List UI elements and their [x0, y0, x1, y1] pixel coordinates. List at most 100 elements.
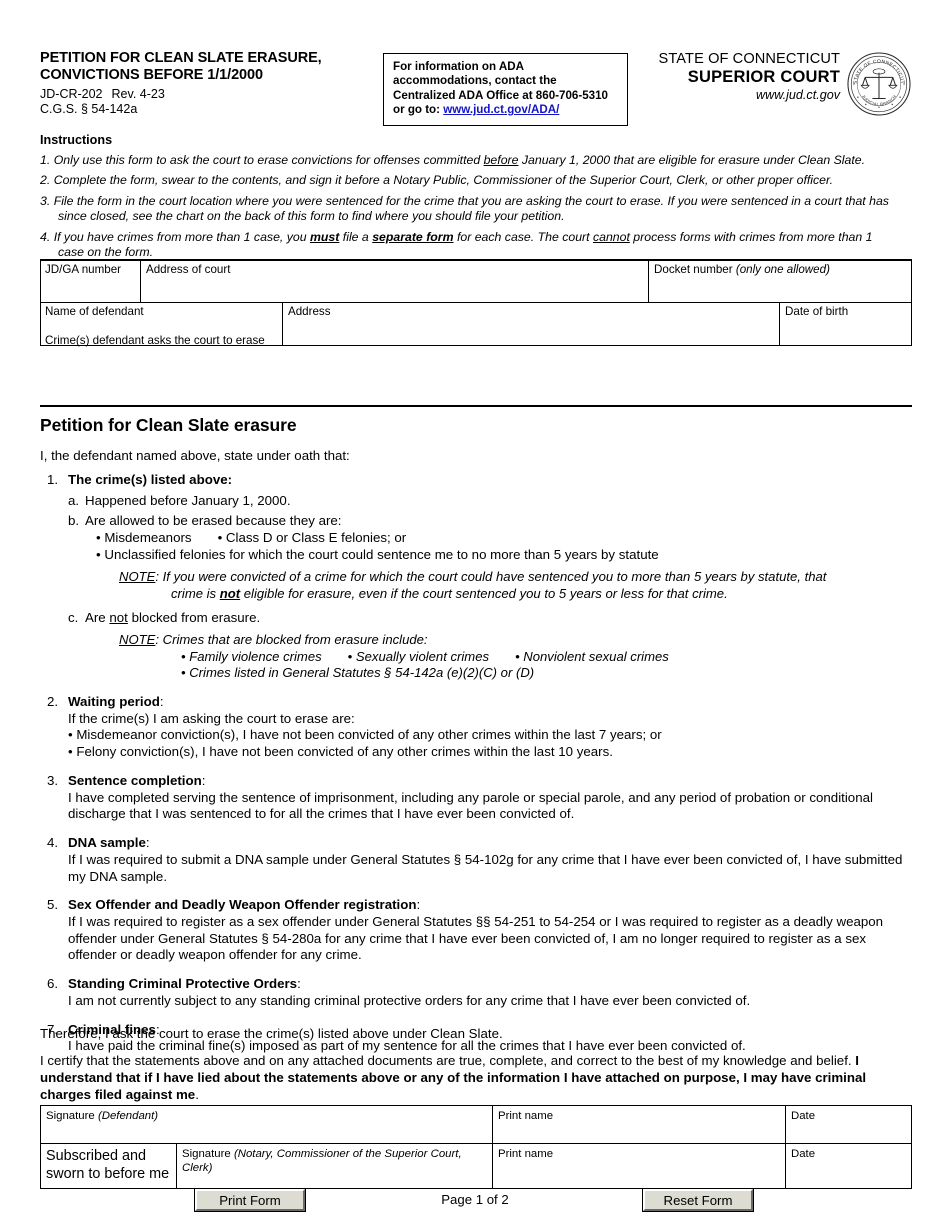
subscribed-sworn-label: Subscribed and sworn to before me	[41, 1144, 176, 1188]
instruction-4-text-b: file a	[339, 229, 373, 244]
item-1c-bullet-4: • Crimes listed in General Statutes § 54…	[181, 665, 535, 681]
petition-item-5: 5. Sex Offender and Deadly Weapon Offend…	[40, 897, 916, 964]
item-2-line-2: • Misdemeanor conviction(s), I have not …	[68, 727, 662, 743]
instruction-4-text-c: for each case. The court	[453, 229, 593, 244]
signature-table: Signature (Defendant) Print name Date Su…	[40, 1105, 912, 1189]
date-2-cell[interactable]: Date	[785, 1144, 911, 1188]
item-1c-note-bullets-row-2: • Crimes listed in General Statutes § 54…	[119, 665, 916, 682]
print-name-2-label: Print name	[498, 1148, 554, 1160]
instruction-item-1: 1. Only use this form to ask the court t…	[40, 153, 916, 168]
docket-number-note: (only one allowed)	[735, 263, 830, 276]
petition-item-4: 4. DNA sample: If I was required to subm…	[40, 835, 916, 885]
item-5-marker: 5.	[47, 897, 59, 913]
item-1-marker: 1.	[47, 472, 59, 487]
item-1c-not: not	[109, 609, 128, 625]
item-1b-bullet-row-2: • Unclassified felonies for which the co…	[85, 547, 916, 564]
certification-paragraph: I certify that the statements above and …	[40, 1052, 912, 1104]
signature-row-notary: Subscribed and sworn to before me Signat…	[41, 1144, 911, 1188]
instruction-1-marker: 1.	[40, 153, 51, 167]
item-6-marker: 6.	[47, 976, 59, 992]
item-1a-marker: a.	[68, 492, 80, 508]
date-2-label: Date	[791, 1148, 816, 1160]
instruction-item-3: 3. File the form in the court location w…	[40, 194, 916, 225]
address-label: Address	[288, 305, 331, 318]
header-left-block: PETITION FOR CLEAN SLATE ERASURE, CONVIC…	[40, 50, 380, 117]
print-name-2-cell[interactable]: Print name	[492, 1144, 785, 1188]
signature-notary-cell[interactable]: Signature (Notary, Commissioner of the S…	[176, 1144, 492, 1188]
form-header: PETITION FOR CLEAN SLATE ERASURE, CONVIC…	[40, 50, 912, 136]
oath-statement: I, the defendant named above, state unde…	[40, 448, 350, 463]
ada-website-link[interactable]: www.jud.ct.gov/ADA/	[443, 103, 559, 116]
item-6-heading-suffix: :	[297, 976, 301, 992]
ada-line-1: For information on ADA	[393, 60, 524, 73]
item-1c-note: NOTE: Crimes that are blocked from erasu…	[85, 632, 916, 682]
item-1a-text: Happened before January 1, 2000.	[85, 492, 291, 508]
petition-item-1c: c. Are not blocked from erasure. NOTE: C…	[68, 610, 916, 682]
page-indicator: Page 1 of 2	[441, 1192, 509, 1207]
sworn-line-2: sworn to before me	[46, 1165, 170, 1182]
item-1c-note-bullets-row-1: • Family violence crimes • Sexually viole…	[119, 649, 916, 666]
form-revision: Rev. 4-23	[111, 87, 165, 101]
signature-notary-label: Signature	[182, 1148, 234, 1160]
item-2-marker: 2.	[47, 693, 59, 709]
instruction-1-underline-before: before	[483, 153, 519, 167]
item-3-heading: Sentence completion	[68, 772, 202, 788]
table-row-court: JD/GA number Address of court Docket num…	[40, 261, 912, 303]
instruction-4-text-a: If you have crimes from more than 1 case…	[53, 229, 310, 244]
date-of-birth-label: Date of birth	[785, 305, 849, 318]
instructions-section: Instructions 1. Only use this form to as…	[40, 133, 916, 260]
petition-item-6: 6. Standing Criminal Protective Orders: …	[40, 976, 916, 1009]
instruction-4-text-d: process forms with crimes from more than…	[629, 229, 873, 244]
docket-number-label: Docket number	[654, 263, 736, 276]
docket-number-cell[interactable]: Docket number (only one allowed)	[648, 261, 912, 302]
instruction-3-text: File the form in the court location wher…	[53, 193, 889, 208]
connecticut-judicial-seal-icon: STATE OF CONNECTICUT JUDICIAL BRANCH	[846, 51, 912, 117]
instruction-4-must: must	[309, 229, 340, 244]
item-3-heading-suffix: :	[201, 772, 206, 788]
item-1b-note-continuation: crime is not eligible for erasure, even …	[119, 586, 916, 603]
address-of-court-cell[interactable]: Address of court	[140, 261, 648, 302]
crimes-to-erase-input[interactable]	[45, 350, 905, 400]
petition-item-2: 2. Waiting period: If the crime(s) I am …	[40, 694, 916, 761]
petition-item-1: 1. The crime(s) listed above: a. Happene…	[40, 472, 916, 682]
form-number: JD-CR-202	[40, 87, 103, 101]
instructions-title: Instructions	[40, 133, 113, 147]
name-of-defendant-label: Name of defendant	[45, 305, 144, 318]
instruction-4-marker: 4.	[40, 229, 51, 244]
item-1c-bullet-2: • Sexually violent crimes	[347, 648, 490, 664]
item-1b-note-text-a: : If you were convicted of a crime for w…	[155, 569, 827, 585]
item-1b-bullet-3: • Unclassified felonies for which the co…	[96, 546, 659, 562]
print-name-1-cell[interactable]: Print name	[492, 1106, 785, 1143]
petition-item-3: 3. Sentence completion: I have completed…	[40, 773, 916, 823]
form-statute-ref: C.G.S. § 54-142a	[40, 102, 138, 116]
instruction-2-text: Complete the form, swear to the contents…	[53, 173, 834, 188]
item-1c-bullet-1: • Family violence crimes	[181, 648, 322, 664]
date-1-cell[interactable]: Date	[785, 1106, 911, 1143]
item-4-line-1: If I was required to submit a DNA sample…	[68, 851, 903, 884]
section-divider-rule	[40, 405, 912, 407]
signature-defendant-cell[interactable]: Signature (Defendant)	[41, 1106, 492, 1143]
signature-row-defendant: Signature (Defendant) Print name Date	[41, 1106, 911, 1144]
petition-item-1b: b. Are allowed to be erased because they…	[68, 513, 916, 602]
item-1b-bullet-row-1: • Misdemeanors • Class D or Class E felon…	[85, 530, 916, 547]
item-6-heading: Standing Criminal Protective Orders	[68, 976, 298, 992]
item-1c-pre: Are	[85, 609, 110, 625]
jd-ga-number-cell[interactable]: JD/GA number	[40, 261, 140, 302]
court-website: www.jud.ct.gov	[756, 88, 840, 102]
date-1-label: Date	[791, 1110, 816, 1122]
item-1c-note-text: : Crimes that are blocked from erasure i…	[155, 632, 428, 648]
form-page: PETITION FOR CLEAN SLATE ERASURE, CONVIC…	[0, 0, 950, 1230]
print-name-1-label: Print name	[498, 1110, 554, 1122]
form-title-line1: PETITION FOR CLEAN SLATE ERASURE,	[40, 50, 322, 66]
instruction-1-text-a: Only use this form to ask the court to e…	[53, 153, 484, 167]
signature-defendant-label: Signature	[46, 1110, 98, 1122]
item-2-line-3: • Felony conviction(s), I have not been …	[68, 744, 613, 760]
certification-plain-1: I certify that the statements above and …	[40, 1053, 856, 1068]
item-1c-post: blocked from erasure.	[127, 609, 261, 625]
item-5-heading: Sex Offender and Deadly Weapon Offender …	[68, 897, 417, 913]
item-1b-marker: b.	[68, 513, 80, 529]
reset-form-button[interactable]: Reset Form	[643, 1189, 753, 1211]
item-2-line-1: If the crime(s) I am asking the court to…	[68, 710, 355, 726]
case-information-table: JD/GA number Address of court Docket num…	[40, 259, 912, 346]
item-2-heading: Waiting period	[68, 693, 160, 709]
